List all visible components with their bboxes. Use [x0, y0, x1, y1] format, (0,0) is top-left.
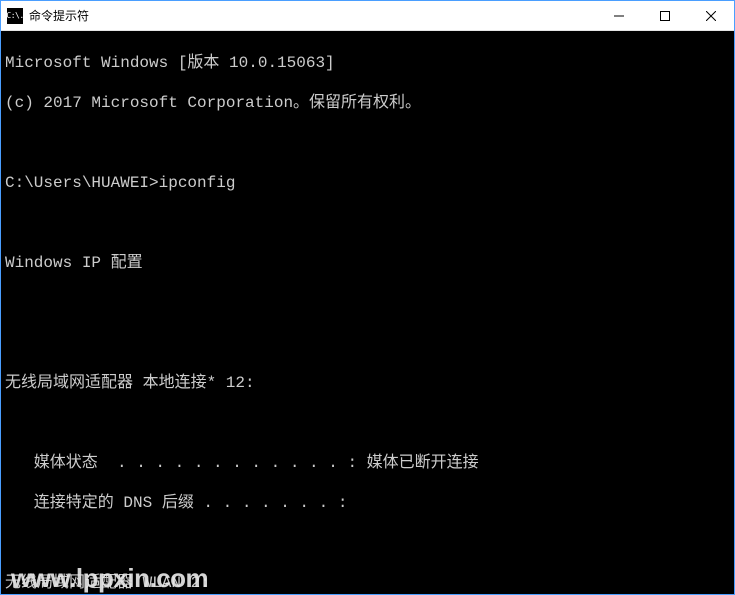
cmd-icon: C:\.	[7, 8, 23, 24]
close-button[interactable]	[688, 1, 734, 30]
prompt-path: C:\Users\HUAWEI>	[5, 174, 159, 192]
ipconfig-title: Windows IP 配置	[5, 253, 730, 273]
window-buttons	[596, 1, 734, 30]
terminal-prompt-line: C:\Users\HUAWEI>ipconfig	[5, 173, 730, 193]
maximize-button[interactable]	[642, 1, 688, 30]
watermark-text: www.lppxin.com	[11, 568, 208, 588]
terminal-line	[5, 413, 730, 433]
prompt-command: ipconfig	[159, 174, 236, 192]
terminal-line	[5, 293, 730, 313]
terminal-line	[5, 333, 730, 353]
terminal-line: (c) 2017 Microsoft Corporation。保留所有权利。	[5, 93, 730, 113]
terminal-line	[5, 133, 730, 153]
terminal-output[interactable]: Microsoft Windows [版本 10.0.15063] (c) 20…	[1, 31, 734, 594]
adapter-header: 无线局域网适配器 本地连接* 12:	[5, 373, 730, 393]
window-titlebar: C:\. 命令提示符	[1, 1, 734, 31]
terminal-line: Microsoft Windows [版本 10.0.15063]	[5, 53, 730, 73]
terminal-line	[5, 213, 730, 233]
minimize-button[interactable]	[596, 1, 642, 30]
window-title: 命令提示符	[29, 7, 596, 24]
adapter-dns-suffix: 连接特定的 DNS 后缀 . . . . . . . :	[5, 493, 730, 513]
adapter-media-state: 媒体状态 . . . . . . . . . . . . : 媒体已断开连接	[5, 453, 730, 473]
terminal-line	[5, 533, 730, 553]
